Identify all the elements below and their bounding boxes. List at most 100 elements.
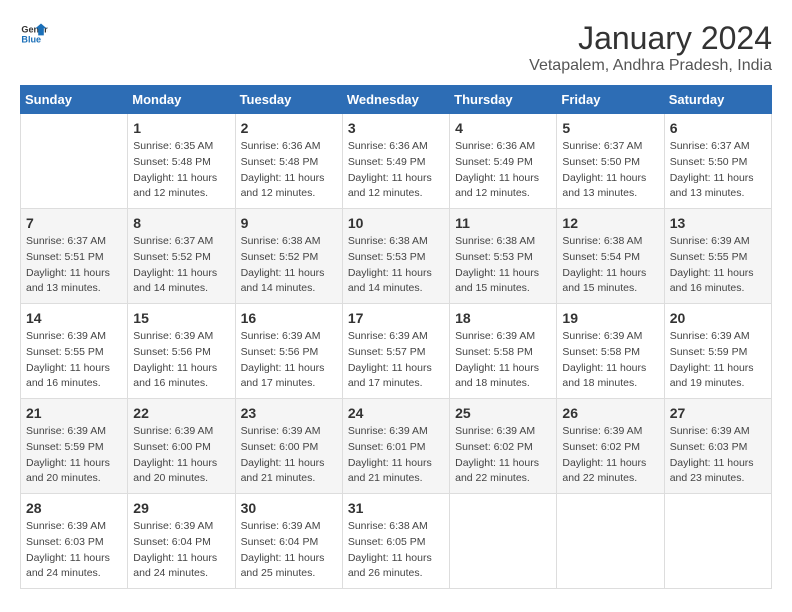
- day-number: 23: [241, 405, 337, 421]
- day-number: 10: [348, 215, 444, 231]
- day-info: Sunrise: 6:38 AM Sunset: 5:53 PM Dayligh…: [348, 234, 444, 297]
- calendar-cell: 17 Sunrise: 6:39 AM Sunset: 5:57 PM Dayli…: [342, 304, 449, 399]
- calendar-cell: 31 Sunrise: 6:38 AM Sunset: 6:05 PM Dayli…: [342, 494, 449, 589]
- day-number: 13: [670, 215, 766, 231]
- calendar-cell: [450, 494, 557, 589]
- day-info: Sunrise: 6:36 AM Sunset: 5:48 PM Dayligh…: [241, 139, 337, 202]
- title-area: January 2024 Vetapalem, Andhra Pradesh, …: [529, 20, 772, 75]
- day-number: 9: [241, 215, 337, 231]
- header-cell-saturday: Saturday: [664, 86, 771, 114]
- day-number: 21: [26, 405, 122, 421]
- calendar-body: 1Sunrise: 6:35 AM Sunset: 5:48 PM Daylig…: [21, 114, 772, 589]
- calendar-week-row: 14Sunrise: 6:39 AM Sunset: 5:55 PM Dayli…: [21, 304, 772, 399]
- header-cell-wednesday: Wednesday: [342, 86, 449, 114]
- calendar-cell: 3 Sunrise: 6:36 AM Sunset: 5:49 PM Daylig…: [342, 114, 449, 209]
- calendar-cell: [557, 494, 664, 589]
- day-number: 15: [133, 310, 229, 326]
- day-number: 22: [133, 405, 229, 421]
- header-cell-friday: Friday: [557, 86, 664, 114]
- day-number: 24: [348, 405, 444, 421]
- day-number: 16: [241, 310, 337, 326]
- day-info: Sunrise: 6:36 AM Sunset: 5:49 PM Dayligh…: [348, 139, 444, 202]
- day-number: 19: [562, 310, 658, 326]
- day-info: Sunrise: 6:39 AM Sunset: 5:58 PM Dayligh…: [455, 329, 551, 392]
- day-info: Sunrise: 6:38 AM Sunset: 5:53 PM Dayligh…: [455, 234, 551, 297]
- day-number: 5: [562, 120, 658, 136]
- day-number: 28: [26, 500, 122, 516]
- day-info: Sunrise: 6:39 AM Sunset: 6:04 PM Dayligh…: [241, 519, 337, 582]
- location-title: Vetapalem, Andhra Pradesh, India: [529, 57, 772, 75]
- calendar-cell: 30 Sunrise: 6:39 AM Sunset: 6:04 PM Dayli…: [235, 494, 342, 589]
- day-info: Sunrise: 6:39 AM Sunset: 6:03 PM Dayligh…: [26, 519, 122, 582]
- day-number: 4: [455, 120, 551, 136]
- day-info: Sunrise: 6:38 AM Sunset: 5:54 PM Dayligh…: [562, 234, 658, 297]
- day-info: Sunrise: 6:39 AM Sunset: 6:02 PM Dayligh…: [455, 424, 551, 487]
- day-number: 12: [562, 215, 658, 231]
- calendar-week-row: 7Sunrise: 6:37 AM Sunset: 5:51 PM Daylig…: [21, 209, 772, 304]
- day-number: 26: [562, 405, 658, 421]
- calendar-cell: 8Sunrise: 6:37 AM Sunset: 5:52 PM Daylig…: [128, 209, 235, 304]
- calendar-cell: 20Sunrise: 6:39 AM Sunset: 5:59 PM Dayli…: [664, 304, 771, 399]
- day-info: Sunrise: 6:39 AM Sunset: 6:00 PM Dayligh…: [133, 424, 229, 487]
- day-number: 29: [133, 500, 229, 516]
- day-number: 25: [455, 405, 551, 421]
- calendar-header-row: SundayMondayTuesdayWednesdayThursdayFrid…: [21, 86, 772, 114]
- day-info: Sunrise: 6:39 AM Sunset: 5:56 PM Dayligh…: [241, 329, 337, 392]
- calendar-cell: 22 Sunrise: 6:39 AM Sunset: 6:00 PM Dayli…: [128, 399, 235, 494]
- calendar-cell: 23 Sunrise: 6:39 AM Sunset: 6:00 PM Dayli…: [235, 399, 342, 494]
- day-info: Sunrise: 6:39 AM Sunset: 5:56 PM Dayligh…: [133, 329, 229, 392]
- calendar-cell: 29Sunrise: 6:39 AM Sunset: 6:04 PM Dayli…: [128, 494, 235, 589]
- day-number: 18: [455, 310, 551, 326]
- calendar-cell: [21, 114, 128, 209]
- day-info: Sunrise: 6:39 AM Sunset: 5:57 PM Dayligh…: [348, 329, 444, 392]
- calendar-cell: 9 Sunrise: 6:38 AM Sunset: 5:52 PM Daylig…: [235, 209, 342, 304]
- day-number: 7: [26, 215, 122, 231]
- calendar-cell: 12 Sunrise: 6:38 AM Sunset: 5:54 PM Dayli…: [557, 209, 664, 304]
- day-info: Sunrise: 6:38 AM Sunset: 6:05 PM Dayligh…: [348, 519, 444, 582]
- day-info: Sunrise: 6:39 AM Sunset: 5:55 PM Dayligh…: [26, 329, 122, 392]
- day-number: 11: [455, 215, 551, 231]
- day-info: Sunrise: 6:39 AM Sunset: 5:58 PM Dayligh…: [562, 329, 658, 392]
- calendar-cell: 26 Sunrise: 6:39 AM Sunset: 6:02 PM Dayli…: [557, 399, 664, 494]
- day-number: 3: [348, 120, 444, 136]
- svg-text:General: General: [21, 25, 48, 35]
- day-number: 2: [241, 120, 337, 136]
- calendar-cell: 13 Sunrise: 6:39 AM Sunset: 5:55 PM Dayli…: [664, 209, 771, 304]
- day-number: 27: [670, 405, 766, 421]
- day-info: Sunrise: 6:39 AM Sunset: 5:55 PM Dayligh…: [670, 234, 766, 297]
- calendar-cell: 11 Sunrise: 6:38 AM Sunset: 5:53 PM Dayli…: [450, 209, 557, 304]
- svg-text:Blue: Blue: [21, 34, 41, 44]
- calendar-week-row: 1Sunrise: 6:35 AM Sunset: 5:48 PM Daylig…: [21, 114, 772, 209]
- day-number: 8: [133, 215, 229, 231]
- day-info: Sunrise: 6:38 AM Sunset: 5:52 PM Dayligh…: [241, 234, 337, 297]
- calendar-table: SundayMondayTuesdayWednesdayThursdayFrid…: [20, 85, 772, 589]
- day-number: 1: [133, 120, 229, 136]
- day-info: Sunrise: 6:39 AM Sunset: 5:59 PM Dayligh…: [26, 424, 122, 487]
- calendar-cell: 6 Sunrise: 6:37 AM Sunset: 5:50 PM Daylig…: [664, 114, 771, 209]
- calendar-cell: 14Sunrise: 6:39 AM Sunset: 5:55 PM Dayli…: [21, 304, 128, 399]
- day-number: 30: [241, 500, 337, 516]
- calendar-week-row: 21 Sunrise: 6:39 AM Sunset: 5:59 PM Dayli…: [21, 399, 772, 494]
- day-number: 17: [348, 310, 444, 326]
- calendar-cell: 25 Sunrise: 6:39 AM Sunset: 6:02 PM Dayli…: [450, 399, 557, 494]
- header-cell-tuesday: Tuesday: [235, 86, 342, 114]
- calendar-cell: 10 Sunrise: 6:38 AM Sunset: 5:53 PM Dayli…: [342, 209, 449, 304]
- day-info: Sunrise: 6:39 AM Sunset: 6:02 PM Dayligh…: [562, 424, 658, 487]
- calendar-cell: 19 Sunrise: 6:39 AM Sunset: 5:58 PM Dayli…: [557, 304, 664, 399]
- calendar-cell: 28 Sunrise: 6:39 AM Sunset: 6:03 PM Dayli…: [21, 494, 128, 589]
- day-info: Sunrise: 6:37 AM Sunset: 5:50 PM Dayligh…: [670, 139, 766, 202]
- header-cell-sunday: Sunday: [21, 86, 128, 114]
- calendar-cell: 16 Sunrise: 6:39 AM Sunset: 5:56 PM Dayli…: [235, 304, 342, 399]
- day-info: Sunrise: 6:37 AM Sunset: 5:50 PM Dayligh…: [562, 139, 658, 202]
- day-number: 6: [670, 120, 766, 136]
- calendar-cell: 21 Sunrise: 6:39 AM Sunset: 5:59 PM Dayli…: [21, 399, 128, 494]
- day-info: Sunrise: 6:39 AM Sunset: 6:00 PM Dayligh…: [241, 424, 337, 487]
- day-info: Sunrise: 6:39 AM Sunset: 6:03 PM Dayligh…: [670, 424, 766, 487]
- calendar-cell: 5 Sunrise: 6:37 AM Sunset: 5:50 PM Daylig…: [557, 114, 664, 209]
- month-title: January 2024: [529, 20, 772, 57]
- calendar-cell: 18 Sunrise: 6:39 AM Sunset: 5:58 PM Dayli…: [450, 304, 557, 399]
- day-info: Sunrise: 6:39 AM Sunset: 6:01 PM Dayligh…: [348, 424, 444, 487]
- day-number: 31: [348, 500, 444, 516]
- day-info: Sunrise: 6:39 AM Sunset: 5:59 PM Dayligh…: [670, 329, 766, 392]
- calendar-cell: 27 Sunrise: 6:39 AM Sunset: 6:03 PM Dayli…: [664, 399, 771, 494]
